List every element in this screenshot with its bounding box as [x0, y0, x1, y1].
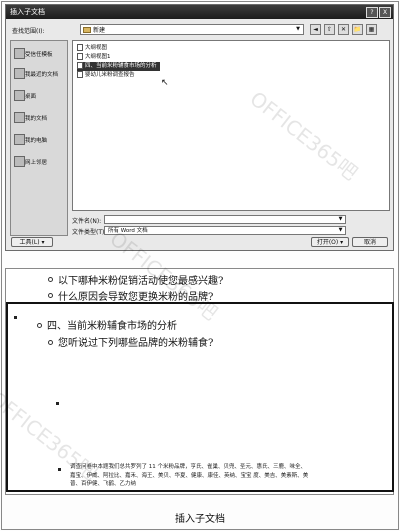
outline-bullet-icon — [37, 323, 42, 328]
lookin-label: 查找范围(I): — [12, 28, 45, 35]
chevron-down-icon: ▼ — [296, 26, 300, 32]
lookin-value: 新建 — [93, 27, 106, 34]
place-label: 受信任模板 — [25, 52, 53, 58]
folder-icon — [83, 27, 91, 33]
body-paragraph[interactable]: 调查问卷中本题我们总共罗列了 11 个米粉品牌，亨氏、雀巢、贝兜、圣元、惠氏、三… — [70, 463, 310, 489]
word-doc-icon — [77, 71, 83, 78]
insert-subdocument-dialog: 插入子文档 ? X 查找范围(I): 新建 ▼ ◄ ⇧ ✕ 📁 ▦ 受信任模板 … — [5, 4, 394, 251]
place-network[interactable]: 网上邻居 — [11, 151, 67, 173]
tools-button[interactable]: 工具(L) ▾ — [11, 237, 53, 247]
filetype-select[interactable]: 所有 Word 文档 ▼ — [104, 226, 346, 235]
network-icon — [14, 156, 25, 167]
place-label: 我的文档 — [25, 116, 48, 122]
subdocument-marker-icon — [14, 316, 17, 319]
word-doc-icon — [77, 44, 83, 51]
filetype-label: 文件类型(T): — [72, 229, 107, 236]
outline-heading[interactable]: 四、当前米粉辅食市场的分析 — [47, 317, 177, 332]
cancel-button[interactable]: 取消 — [352, 237, 388, 247]
outline-line[interactable]: 您听说过下列哪些品牌的米粉辅食? — [58, 334, 213, 349]
outline-line[interactable]: 以下哪种米粉促销活动使您最感兴趣? — [58, 272, 223, 287]
help-button[interactable]: ? — [366, 7, 378, 18]
body-text-marker-icon — [56, 402, 59, 405]
outline-bullet-icon — [48, 277, 53, 282]
word-doc-icon — [77, 53, 83, 60]
file-item[interactable]: 婴幼儿米粉调查报告 — [77, 71, 135, 80]
file-item-selected[interactable]: 四、当前米粉辅食市场的分析 — [77, 62, 160, 71]
place-label: 我的电脑 — [25, 138, 48, 144]
place-desktop[interactable]: 桌面 — [11, 85, 67, 107]
body-text-marker-icon — [58, 468, 61, 471]
place-label: 桌面 — [25, 94, 37, 100]
file-name: 婴幼儿米粉调查报告 — [85, 72, 135, 78]
word-doc-icon — [77, 62, 83, 69]
place-label: 网上邻居 — [25, 160, 48, 166]
template-icon — [14, 48, 25, 59]
delete-icon[interactable]: ✕ — [338, 24, 349, 35]
dialog-toolbar: ◄ ⇧ ✕ 📁 ▦ — [310, 24, 377, 35]
recent-icon — [14, 68, 25, 79]
filename-label: 文件名(N): — [72, 218, 102, 225]
chevron-down-icon: ▼ — [338, 216, 343, 222]
outline-bullet-icon — [48, 340, 53, 345]
chevron-down-icon: ▼ — [338, 227, 343, 233]
file-name: 大纲视图 — [85, 45, 108, 51]
place-my-computer[interactable]: 我的电脑 — [11, 129, 67, 151]
mouse-cursor-icon: ↖ — [161, 78, 169, 88]
file-name: 四、当前米粉辅食市场的分析 — [85, 63, 157, 69]
place-my-documents[interactable]: 我的文档 — [11, 107, 67, 129]
back-icon[interactable]: ◄ — [310, 24, 321, 35]
lookin-select[interactable]: 新建 ▼ — [80, 24, 304, 35]
documents-icon — [14, 112, 25, 123]
filetype-value: 所有 Word 文档 — [108, 228, 148, 234]
dialog-titlebar: 插入子文档 ? X — [6, 5, 393, 19]
figure-caption: 插入子文档 — [175, 514, 225, 525]
lookin-row: 查找范围(I): 新建 ▼ ◄ ⇧ ✕ 📁 ▦ — [10, 24, 389, 36]
filename-input[interactable]: ▼ — [104, 215, 346, 224]
place-recent-documents[interactable]: 我最近的文档 — [11, 63, 67, 85]
new-folder-icon[interactable]: 📁 — [352, 24, 363, 35]
place-trusted-templates[interactable]: 受信任模板 — [11, 43, 67, 65]
up-folder-icon[interactable]: ⇧ — [324, 24, 335, 35]
file-list: 大纲视图 大纲视图1 四、当前米粉辅食市场的分析 婴幼儿米粉调查报告 ↖ — [72, 40, 390, 211]
desktop-icon — [14, 90, 25, 101]
outline-line[interactable]: 什么原因会导致您更换米粉的品牌? — [58, 288, 213, 303]
dialog-title: 插入子文档 — [10, 8, 45, 16]
file-item[interactable]: 大纲视图1 — [77, 53, 111, 62]
places-bar: 受信任模板 我最近的文档 桌面 我的文档 我的电脑 网上邻居 — [10, 40, 68, 236]
views-icon[interactable]: ▦ — [366, 24, 377, 35]
file-item[interactable]: 大纲视图 — [77, 44, 107, 53]
open-button[interactable]: 打开(O) ▾ — [311, 237, 349, 247]
outline-bullet-icon — [48, 293, 53, 298]
computer-icon — [14, 134, 25, 145]
file-name: 大纲视图1 — [85, 54, 111, 60]
place-label: 我最近的文档 — [25, 72, 59, 78]
close-button[interactable]: X — [379, 7, 391, 18]
